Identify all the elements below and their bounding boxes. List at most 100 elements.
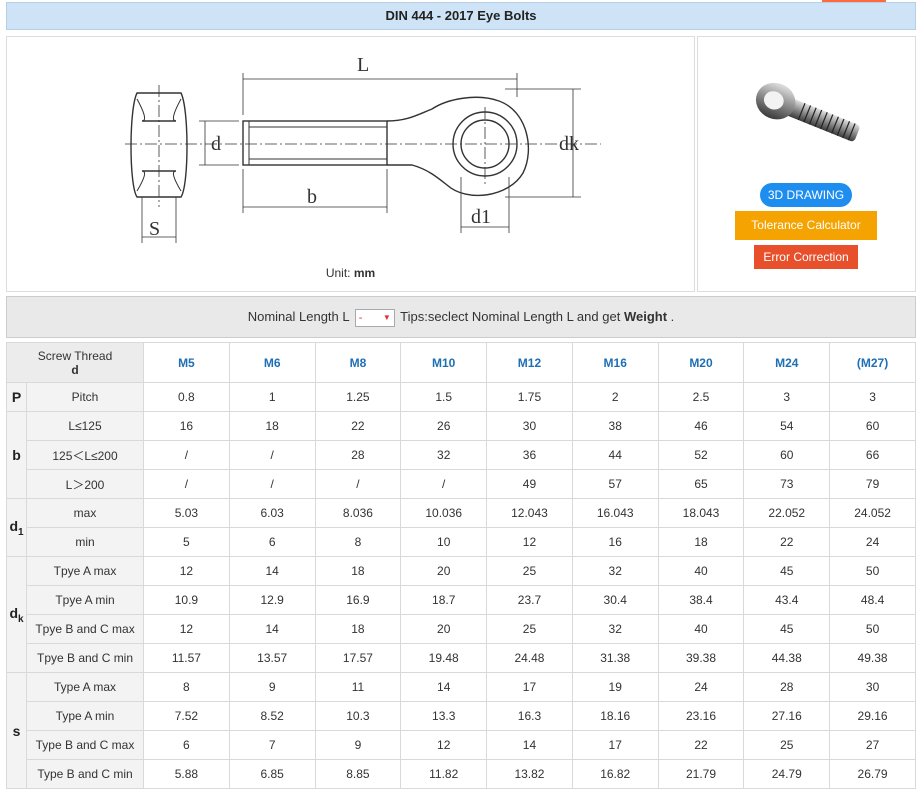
table-row: L＞200// //49 57 65 73 79 [7, 469, 916, 499]
table-cell: 23.7 [486, 585, 573, 615]
size-header[interactable]: M24 [743, 342, 831, 383]
table-cell: 25 [486, 556, 573, 586]
table-cell: 50 [829, 556, 916, 586]
size-header[interactable]: M12 [486, 342, 573, 383]
tip-prefix: Tips:seclect Nominal Length L and get [400, 309, 621, 324]
error-correction-button[interactable]: Error Correction [754, 245, 858, 269]
table-cell: 9 [228, 672, 316, 702]
dim-label-dk: dk [559, 133, 579, 155]
table-cell: 25 [486, 614, 573, 644]
table-row: Tpye B and C max 12 14 18 20 25 32 40 45 50 [7, 614, 916, 644]
table-cell: 26.79 [829, 759, 916, 789]
table-cell: 16.82 [571, 759, 659, 789]
size-header[interactable]: M20 [657, 342, 745, 383]
table-cell: 38 [571, 411, 659, 441]
table-cell: 22 [314, 411, 402, 441]
group-symbol: dk [6, 556, 27, 673]
row-label: max [25, 498, 145, 528]
row-label: L≤125 [25, 411, 145, 441]
nominal-length-label: Nominal Length L [247, 309, 350, 324]
table-row: s Type A max 8 9 11 14 17 19 24 28 30 [6, 672, 916, 789]
table-cell: 12 [400, 730, 488, 760]
table-cell: 7.52 [143, 701, 230, 731]
group-symbol-text: P [11, 389, 22, 405]
dim-label-d: d [211, 133, 221, 155]
table-cell: 3 [829, 382, 916, 412]
group-symbol-text: s [12, 722, 21, 739]
row-label: 125＜L≤200 [25, 440, 145, 470]
3d-drawing-button[interactable]: 3D DRAWING [760, 183, 852, 207]
table-cell: 1.5 [400, 382, 488, 412]
size-header[interactable]: M6 [228, 342, 316, 383]
table-cell: / [228, 440, 316, 470]
table-cell: 22 [743, 527, 831, 557]
tolerance-calculator-button[interactable]: Tolerance Calculator [735, 211, 877, 240]
table-cell: 24.052 [829, 498, 916, 528]
table-cell: 16 [571, 527, 659, 557]
row-label: Type B and C max [25, 730, 145, 760]
size-header[interactable]: (M27) [829, 342, 916, 383]
side-panel: 3D DRAWING Tolerance Calculator Error Co… [697, 36, 916, 292]
size-header[interactable]: M16 [571, 342, 659, 383]
size-header[interactable]: M8 [314, 342, 402, 383]
group-symbol: d1 [6, 498, 27, 557]
table-cell: 54 [743, 411, 831, 441]
table-cell: 18.043 [657, 498, 745, 528]
table-row: min 5 6 8 10 12 16 18 22 24 [7, 527, 916, 557]
group-symbol-text: b [12, 447, 21, 463]
table-cell: 10 [400, 527, 488, 557]
table-cell: 49.38 [829, 643, 916, 673]
table-cell: 57 [571, 469, 659, 499]
table-row: Tpye A min 10.9 12.9 16.9 18.7 23.7 30.4 38.4 43… [7, 585, 916, 615]
row-label: Tpye A max [25, 556, 145, 586]
nominal-length-select[interactable]: - ▼ [354, 308, 395, 327]
table-cell: 14 [228, 614, 316, 644]
row-label: Tpye A min [25, 585, 145, 615]
table-cell: 12 [143, 556, 230, 586]
nominal-length-select-value: - [358, 311, 363, 324]
table-cell: 6.03 [228, 498, 316, 528]
table-cell: 39.38 [657, 643, 745, 673]
table-row: P Pitch 0.8 1 1.25 1.5 1.75 2 2.5 3 3 [6, 382, 916, 412]
table-cell: 12.9 [228, 585, 316, 615]
table-cell: 22.052 [743, 498, 831, 528]
table-cell: 16.043 [571, 498, 659, 528]
eye-bolt-technical-drawing: L d dk b d1 S [125, 54, 601, 243]
table-cell: 8 [314, 527, 402, 557]
table-cell: / [228, 469, 316, 499]
table-cell: 7 [228, 730, 316, 760]
table-cell: 28 [743, 672, 831, 702]
table-cell: 18 [314, 614, 402, 644]
row-label: Pitch [25, 382, 145, 412]
table-cell: 6 [143, 730, 230, 760]
table-cell: 8.036 [314, 498, 402, 528]
table-cell: 24 [657, 672, 745, 702]
table-cell: 40 [657, 614, 745, 644]
table-cell: 48.4 [829, 585, 916, 615]
table-cell: 13.57 [228, 643, 316, 673]
table-cell: 32 [400, 440, 488, 470]
size-header[interactable]: M10 [400, 342, 488, 383]
row-label: Tpye B and C min [25, 643, 145, 673]
table-cell: 27.16 [743, 701, 831, 731]
table-cell: 17 [486, 672, 573, 702]
table-cell: 46 [657, 411, 745, 441]
table-cell: 44.38 [743, 643, 831, 673]
table-cell: 18.7 [400, 585, 488, 615]
table-cell: 49 [486, 469, 573, 499]
table-cell: 38.4 [657, 585, 745, 615]
table-cell: 30.4 [571, 585, 659, 615]
group-symbol-subscript: k [18, 613, 24, 625]
group-symbol-text: d [9, 517, 18, 534]
table-cell: 8 [143, 672, 230, 702]
dim-label-S: S [149, 218, 160, 240]
table-row: b L≤125 16 18 22 26 30 38 46 54 60 [6, 411, 916, 499]
table-cell: 14 [486, 730, 573, 760]
table-cell: 11.57 [143, 643, 230, 673]
table-cell: 24.79 [743, 759, 831, 789]
unit-prefix: Unit: [325, 266, 351, 280]
table-cell: 21.79 [657, 759, 745, 789]
size-header[interactable]: M5 [143, 342, 230, 383]
row-label: min [25, 527, 145, 557]
tip-weight: Weight [623, 309, 668, 324]
